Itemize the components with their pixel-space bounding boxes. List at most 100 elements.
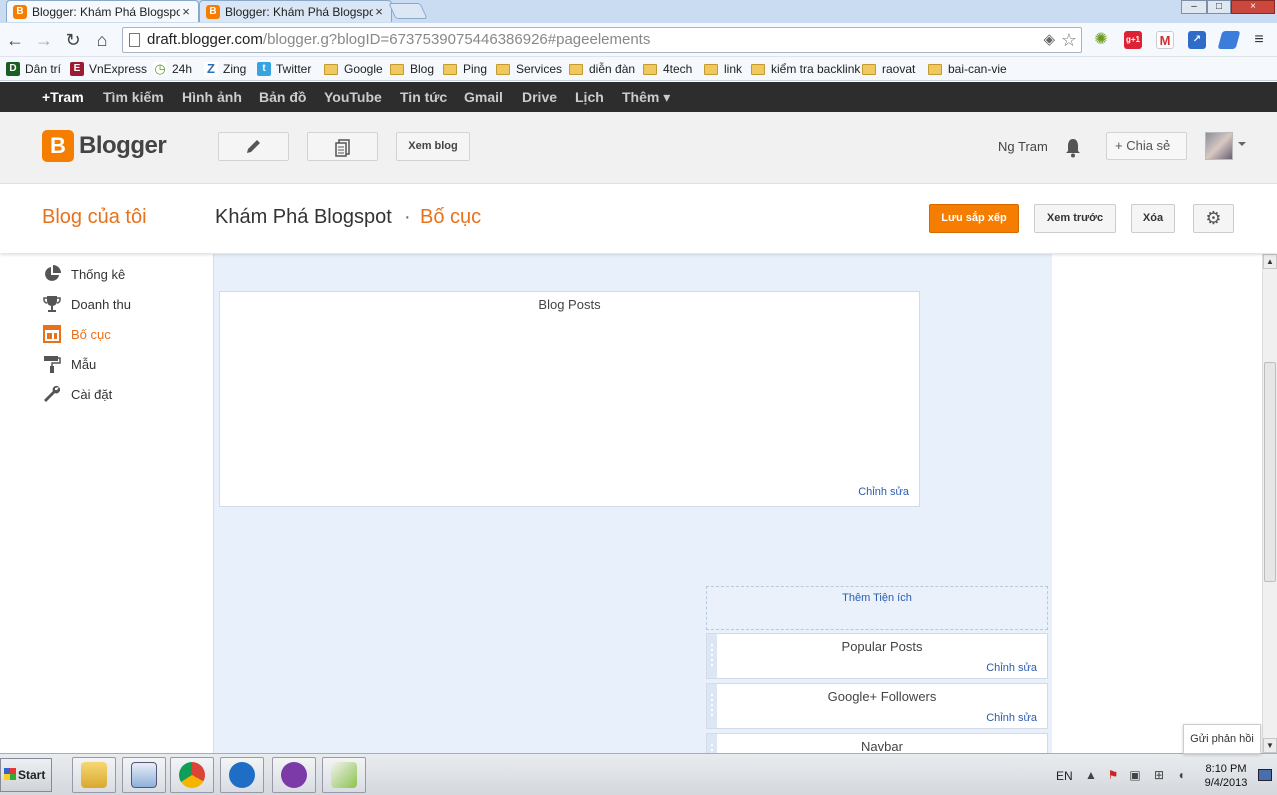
google-plus-followers-gadget[interactable]: Google+ Followers Chỉnh sửa (706, 683, 1048, 729)
bookmark-folder-ping[interactable]: Ping (443, 60, 487, 78)
bookmark-24h[interactable]: ◷ 24h (153, 60, 192, 78)
explorer-icon[interactable] (72, 757, 116, 793)
close-tab-icon[interactable]: × (373, 4, 385, 19)
notification-bell-icon[interactable] (1064, 138, 1082, 161)
gbar-item-search[interactable]: Tìm kiếm (103, 89, 164, 105)
bookmark-folder-google[interactable]: Google (324, 60, 383, 78)
chrome-icon[interactable] (170, 757, 214, 793)
warning-flag-icon[interactable]: ⚑ (1106, 769, 1120, 782)
sidebar-item-settings[interactable]: Cài đặt (42, 384, 112, 404)
yahoo-messenger-icon[interactable] (272, 757, 316, 793)
gbar-item-plus[interactable]: +Tram (42, 89, 84, 105)
gbar-item-images[interactable]: Hình ảnh (182, 89, 242, 105)
sidebar-item-stats[interactable]: Thống kê (42, 264, 125, 284)
bookmark-folder-4tech[interactable]: 4tech (643, 60, 692, 78)
zing-icon: Z (204, 62, 218, 76)
back-button[interactable]: ← (4, 29, 26, 51)
gbar-item-more[interactable]: Thêm ▾ (622, 89, 670, 106)
chevron-down-icon[interactable] (1238, 142, 1246, 146)
sidebar-item-earnings[interactable]: Doanh thu (42, 294, 131, 314)
sidebar-item-template[interactable]: Mẫu (42, 354, 96, 374)
bookmark-folder-raovat[interactable]: raovat (862, 60, 915, 78)
bookmark-folder-services[interactable]: Services (496, 60, 562, 78)
clear-button[interactable]: Xóa (1131, 204, 1175, 233)
add-gadget-button[interactable]: Thêm Tiện ích (706, 586, 1048, 630)
bookmark-folder-blog[interactable]: Blog (390, 60, 434, 78)
bookmark-folder-backlink[interactable]: kiểm tra backlink (751, 60, 860, 78)
scroll-up-icon[interactable]: ▲ (1263, 254, 1277, 269)
bookmark-folder-link[interactable]: link (704, 60, 742, 78)
gear-icon[interactable]: ⚙ (1193, 204, 1234, 233)
minimize-button[interactable]: – (1181, 0, 1207, 14)
language-indicator[interactable]: EN (1056, 769, 1073, 783)
extension-gear-icon[interactable]: ✺ (1092, 31, 1110, 49)
blogger-logo-icon[interactable]: B (42, 130, 74, 162)
blog-name[interactable]: Khám Phá Blogspot (215, 206, 392, 229)
maximize-button[interactable]: □ (1207, 0, 1231, 14)
drag-handle[interactable] (707, 734, 717, 753)
new-tab-button[interactable] (388, 3, 428, 19)
sidebar-item-layout[interactable]: Bố cục (42, 324, 111, 344)
view-blog-button[interactable]: Xem blog (396, 132, 470, 161)
volume-icon[interactable]: ◖ (1174, 769, 1188, 782)
scroll-down-icon[interactable]: ▼ (1263, 738, 1277, 753)
extension-blue-icon[interactable] (1217, 31, 1241, 49)
navbar-gadget[interactable]: Navbar (706, 733, 1048, 753)
edit-link[interactable]: Chỉnh sửa (858, 486, 909, 498)
google-plus-one-icon[interactable]: g+1 (1124, 31, 1142, 49)
browser-tab-active[interactable]: B Blogger: Khám Phá Blogspot × (6, 0, 199, 22)
popular-posts-gadget[interactable]: Popular Posts Chỉnh sửa (706, 633, 1048, 679)
send-feedback-button[interactable]: Gửi phản hồi (1183, 724, 1261, 754)
show-desktop-button[interactable] (1258, 769, 1272, 781)
preview-button[interactable]: Xem trước (1034, 204, 1116, 233)
drag-handle[interactable] (707, 684, 717, 728)
address-bar[interactable]: draft.blogger.com/blogger.g?blogID=67375… (122, 27, 1082, 53)
scrollbar-thumb[interactable] (1264, 362, 1276, 582)
bookmark-dantri[interactable]: D Dân trí (6, 60, 61, 78)
browser-tab[interactable]: B Blogger: Khám Phá Blogspot × (199, 0, 392, 22)
posts-list-button[interactable] (307, 132, 378, 161)
edit-link[interactable]: Chỉnh sửa (986, 712, 1037, 724)
home-button[interactable]: ⌂ (91, 29, 113, 51)
analytics-icon[interactable]: ↗ (1188, 31, 1206, 49)
device-icon[interactable]: ▣ (1128, 769, 1142, 782)
gadget-title: Blog Posts (538, 297, 601, 312)
gmail-icon[interactable]: M (1156, 31, 1174, 49)
edit-link[interactable]: Chỉnh sửa (986, 662, 1037, 674)
reload-button[interactable]: ↻ (62, 29, 84, 51)
bookmark-twitter[interactable]: t Twitter (257, 60, 311, 78)
editor-icon[interactable] (322, 757, 366, 793)
vertical-scrollbar[interactable]: ▲ ▼ (1262, 254, 1277, 753)
save-arrangement-button[interactable]: Lưu sắp xếp (929, 204, 1019, 233)
extension-diamond-icon[interactable]: ◈ (1043, 28, 1055, 52)
user-name[interactable]: Ng Tram (998, 139, 1048, 154)
drag-handle[interactable] (707, 634, 717, 678)
gbar-item-maps[interactable]: Bản đồ (259, 89, 306, 105)
menu-icon[interactable]: ≡ (1250, 31, 1268, 49)
chevron-up-icon[interactable]: ▲ (1084, 769, 1098, 782)
bookmark-vnexpress[interactable]: E VnExpress (70, 60, 147, 78)
bookmark-star-icon[interactable]: ☆ (1061, 28, 1077, 52)
bookmark-zing[interactable]: Z Zing (204, 60, 246, 78)
avatar[interactable] (1205, 132, 1233, 160)
gadget-title: Navbar (861, 739, 903, 753)
gbar-item-gmail[interactable]: Gmail (464, 89, 503, 105)
gbar-item-calendar[interactable]: Lịch (575, 89, 604, 105)
gbar-item-youtube[interactable]: YouTube (324, 89, 382, 105)
forward-button[interactable]: → (33, 29, 55, 51)
close-tab-icon[interactable]: × (180, 4, 192, 19)
my-blogs-link[interactable]: Blog của tôi (42, 206, 147, 229)
bookmark-folder-dien-dan[interactable]: diễn đàn (569, 60, 635, 78)
start-button[interactable]: Start (0, 758, 52, 792)
blogger-logo-text[interactable]: Blogger (79, 132, 167, 160)
share-button[interactable]: + Chia sẻ (1106, 132, 1187, 160)
new-post-button[interactable] (218, 132, 289, 161)
close-window-button[interactable]: × (1231, 0, 1275, 14)
network-icon[interactable]: ⊞ (1152, 769, 1166, 782)
gbar-item-drive[interactable]: Drive (522, 89, 557, 105)
teamviewer-icon[interactable] (220, 757, 264, 793)
notepad-icon[interactable] (122, 757, 166, 793)
bookmark-folder-bai-can-vie[interactable]: bai-can-vie (928, 60, 1007, 78)
gbar-item-news[interactable]: Tin tức (400, 89, 447, 105)
clock[interactable]: 8:10 PM 9/4/2013 (1198, 762, 1254, 790)
